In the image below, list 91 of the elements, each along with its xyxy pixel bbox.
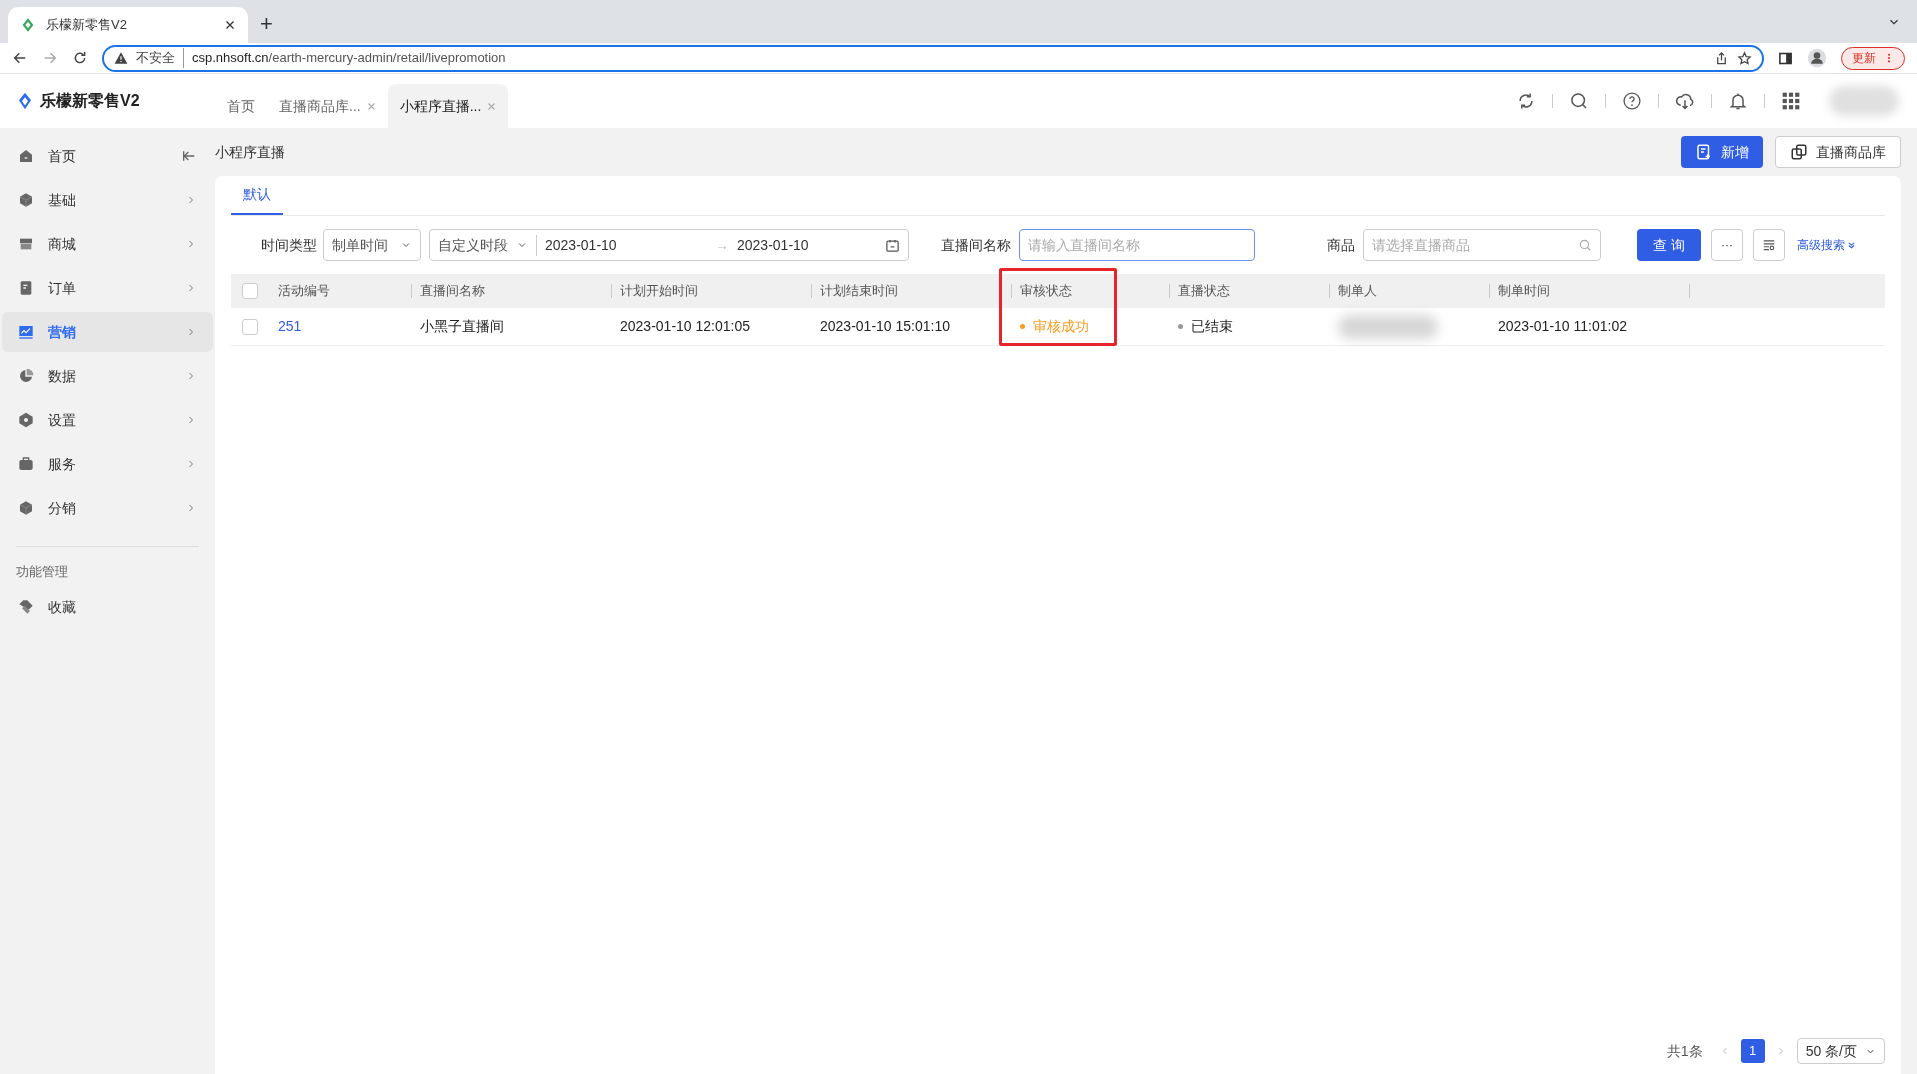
house-icon [18,148,34,164]
filter-label: 直播间名称 [941,235,1011,255]
total-count: 共1条 [1666,1041,1703,1061]
star-icon[interactable] [1737,50,1752,66]
column-header: 审核状态 [1020,282,1072,301]
column-header: 制单人 [1338,282,1377,301]
section-title: 功能管理 [15,563,69,582]
table-cell-text: 2023-01-10 15:01:10 [820,317,950,336]
period-select[interactable]: 自定义时段 [438,234,537,256]
back-icon[interactable] [12,50,28,66]
document-icon [18,280,34,296]
cube-icon [18,192,34,208]
side-panel-icon[interactable] [1778,50,1793,66]
calendar-icon[interactable] [885,237,900,253]
security-label: 不安全 [136,48,184,68]
list-search-icon [1762,238,1776,252]
page-tab[interactable]: 首页 [215,84,267,128]
url-text: csp.nhsoft.cn/earth-mercury-admin/retail/livepromotion [192,49,507,68]
column-header: 制单时间 [1498,282,1550,301]
sidebar-item[interactable]: 服务 [2,444,213,484]
bell-icon[interactable] [1728,91,1748,111]
page-tab[interactable]: 小程序直播... [387,84,509,128]
sidebar-item[interactable]: 收藏 [0,587,215,627]
advanced-search-link[interactable]: 高级搜索 [1797,236,1856,254]
hexagon-icon [18,412,34,428]
sidebar-item[interactable]: 基础 [2,180,213,220]
sidebar-item[interactable]: 数据 [2,356,213,396]
product-library-button[interactable]: 直播商品库 [1775,136,1901,168]
page-button[interactable]: 1 [1740,1039,1765,1063]
apps-grid-icon[interactable] [1781,91,1801,111]
reload-icon[interactable] [72,50,88,66]
date-range-field[interactable]: 自定义时段 2023-01-10 → 2023-01-10 [429,229,909,261]
warning-icon [114,51,128,65]
column-header: 计划结束时间 [820,282,898,301]
leaf-icon [20,17,36,33]
column-header: 直播间名称 [420,282,485,301]
more-button[interactable]: ··· [1711,229,1743,261]
share-icon[interactable] [1714,50,1729,66]
table-cell-text: 2023-01-10 11:01:02 [1498,317,1627,336]
help-icon[interactable] [1622,91,1642,111]
collapse-icon[interactable] [181,148,197,164]
table-cell-text: 小黑子直播间 [420,317,504,336]
view-tab[interactable]: 默认 [231,176,283,215]
sidebar-item[interactable]: 分销 [2,488,213,528]
tag-icon [18,599,34,615]
activity-id-link[interactable]: 251 [278,316,302,337]
close-icon[interactable] [224,19,236,31]
update-button[interactable]: 更新 [1841,46,1905,70]
search-icon[interactable] [1569,91,1589,111]
line-chart-icon [18,324,34,340]
copy-icon [1790,143,1808,161]
sidebar-item[interactable]: 营销 [2,312,213,352]
sidebar-item[interactable]: 设置 [2,400,213,440]
table-cell-text: 2023-01-10 12:01:05 [620,317,750,336]
store-icon [18,236,34,252]
refresh-icon[interactable] [1516,91,1536,111]
logo-icon [16,91,34,111]
sidebar-item[interactable]: 订单 [2,268,213,308]
pie-chart-icon [18,368,34,384]
note-add-icon [1695,143,1713,161]
briefcase-icon [18,456,34,472]
product-field[interactable]: 请选择直播商品 [1363,229,1601,261]
room-name-field[interactable]: 请输入直播间名称 [1019,229,1255,261]
new-tab-button[interactable]: + [260,13,273,35]
cloud-download-icon[interactable] [1675,91,1695,111]
address-bar[interactable]: 不安全 csp.nhsoft.cn/earth-mercury-admin/retail/livepromotion [102,44,1764,72]
cube-icon [18,500,34,516]
query-button[interactable]: 查 询 [1637,229,1701,261]
time-type-select[interactable]: 制单时间 [323,229,421,261]
live-status: 已结束 [1191,317,1233,336]
column-header: 直播状态 [1178,282,1230,301]
app-logo-text: 乐檬新零售V2 [40,91,140,111]
column-header: 计划开始时间 [620,282,698,301]
add-button[interactable]: 新增 [1681,136,1763,168]
double-chevron-icon [1847,240,1856,250]
checkbox[interactable] [242,318,258,335]
browser-tab[interactable]: 乐檬新零售V2 [8,7,248,43]
profile-icon[interactable] [1807,48,1827,68]
page-tab[interactable]: 直播商品库... [267,84,388,128]
sidebar-item[interactable]: 首页 [2,136,213,176]
sidebar-item[interactable]: 商城 [2,224,213,264]
filter-label: 商品 [1327,235,1355,255]
page-title: 小程序直播 [215,142,286,162]
checkbox[interactable] [242,283,258,299]
filter-label: 时间类型 [261,235,317,255]
page-size-select[interactable]: 50 条/页 [1796,1038,1885,1064]
column-settings-button[interactable] [1753,229,1785,261]
search-icon [1578,238,1592,252]
tab-title: 乐檬新零售V2 [46,16,128,35]
column-header: 活动编号 [278,282,330,301]
audit-status: 审核成功 [1033,317,1089,336]
